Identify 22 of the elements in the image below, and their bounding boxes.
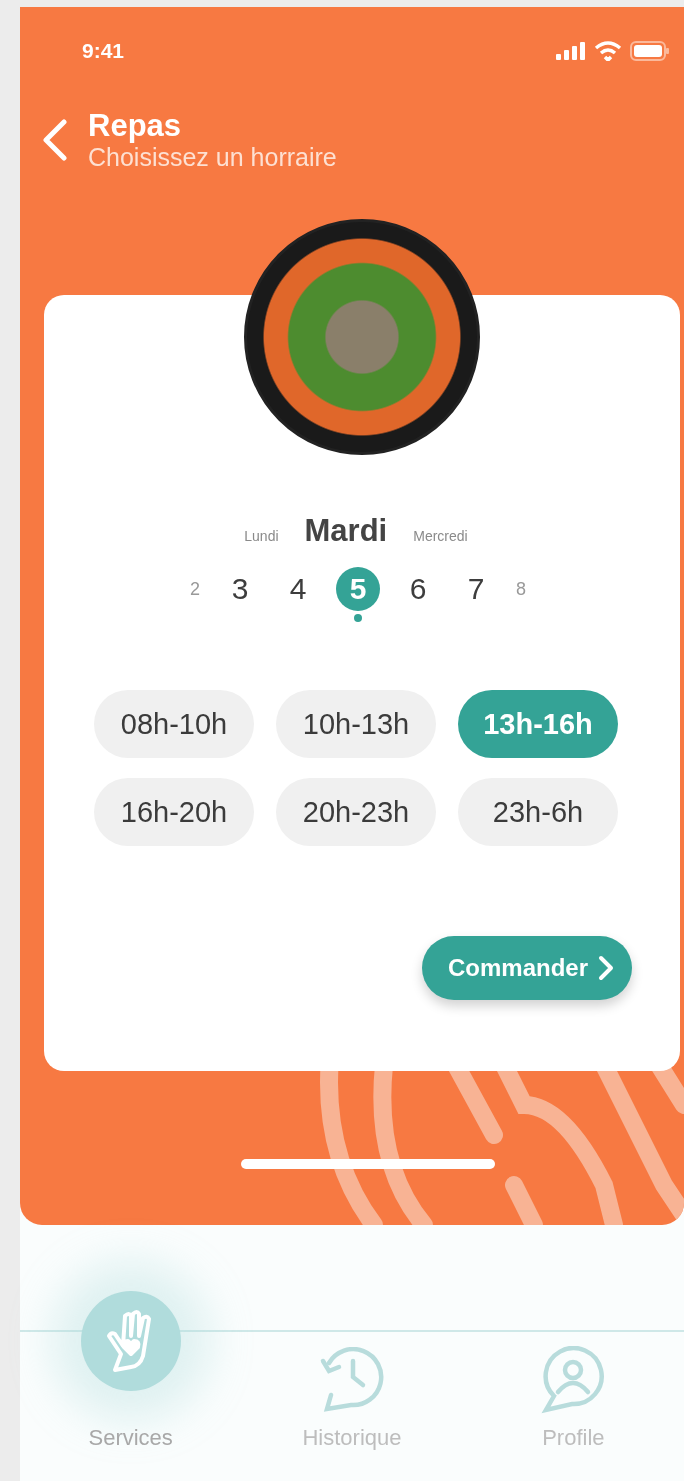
wifi-icon [594,41,622,61]
day-name[interactable]: Mercredi [413,528,468,544]
date-item[interactable]: 6 [398,567,438,611]
battery-icon [630,41,670,61]
date-item[interactable]: 3 [220,567,260,611]
back-icon[interactable] [42,119,68,161]
time-slot-button[interactable]: 23h-6h [458,778,618,846]
time-slot-button[interactable]: 16h-20h [94,778,254,846]
time-slot-button[interactable]: 10h-13h [276,690,436,758]
time-slot-button[interactable]: 08h-10h [94,690,254,758]
time-slot-button[interactable]: 20h-23h [276,778,436,846]
status-time: 9:41 [82,39,125,63]
page-title: Repas [88,109,183,143]
chevron-right-icon [598,955,614,981]
day-name[interactable]: Mardi [304,513,388,549]
signal-icon [556,42,586,60]
date-item[interactable]: 4 [278,567,318,611]
day-name[interactable]: Lundi [244,528,279,544]
profile-chat-icon [540,1346,607,1414]
selected-dot [354,614,362,622]
page-subtitle: Choisissez un horraire [88,143,337,171]
date-item[interactable]: 7 [456,567,496,611]
